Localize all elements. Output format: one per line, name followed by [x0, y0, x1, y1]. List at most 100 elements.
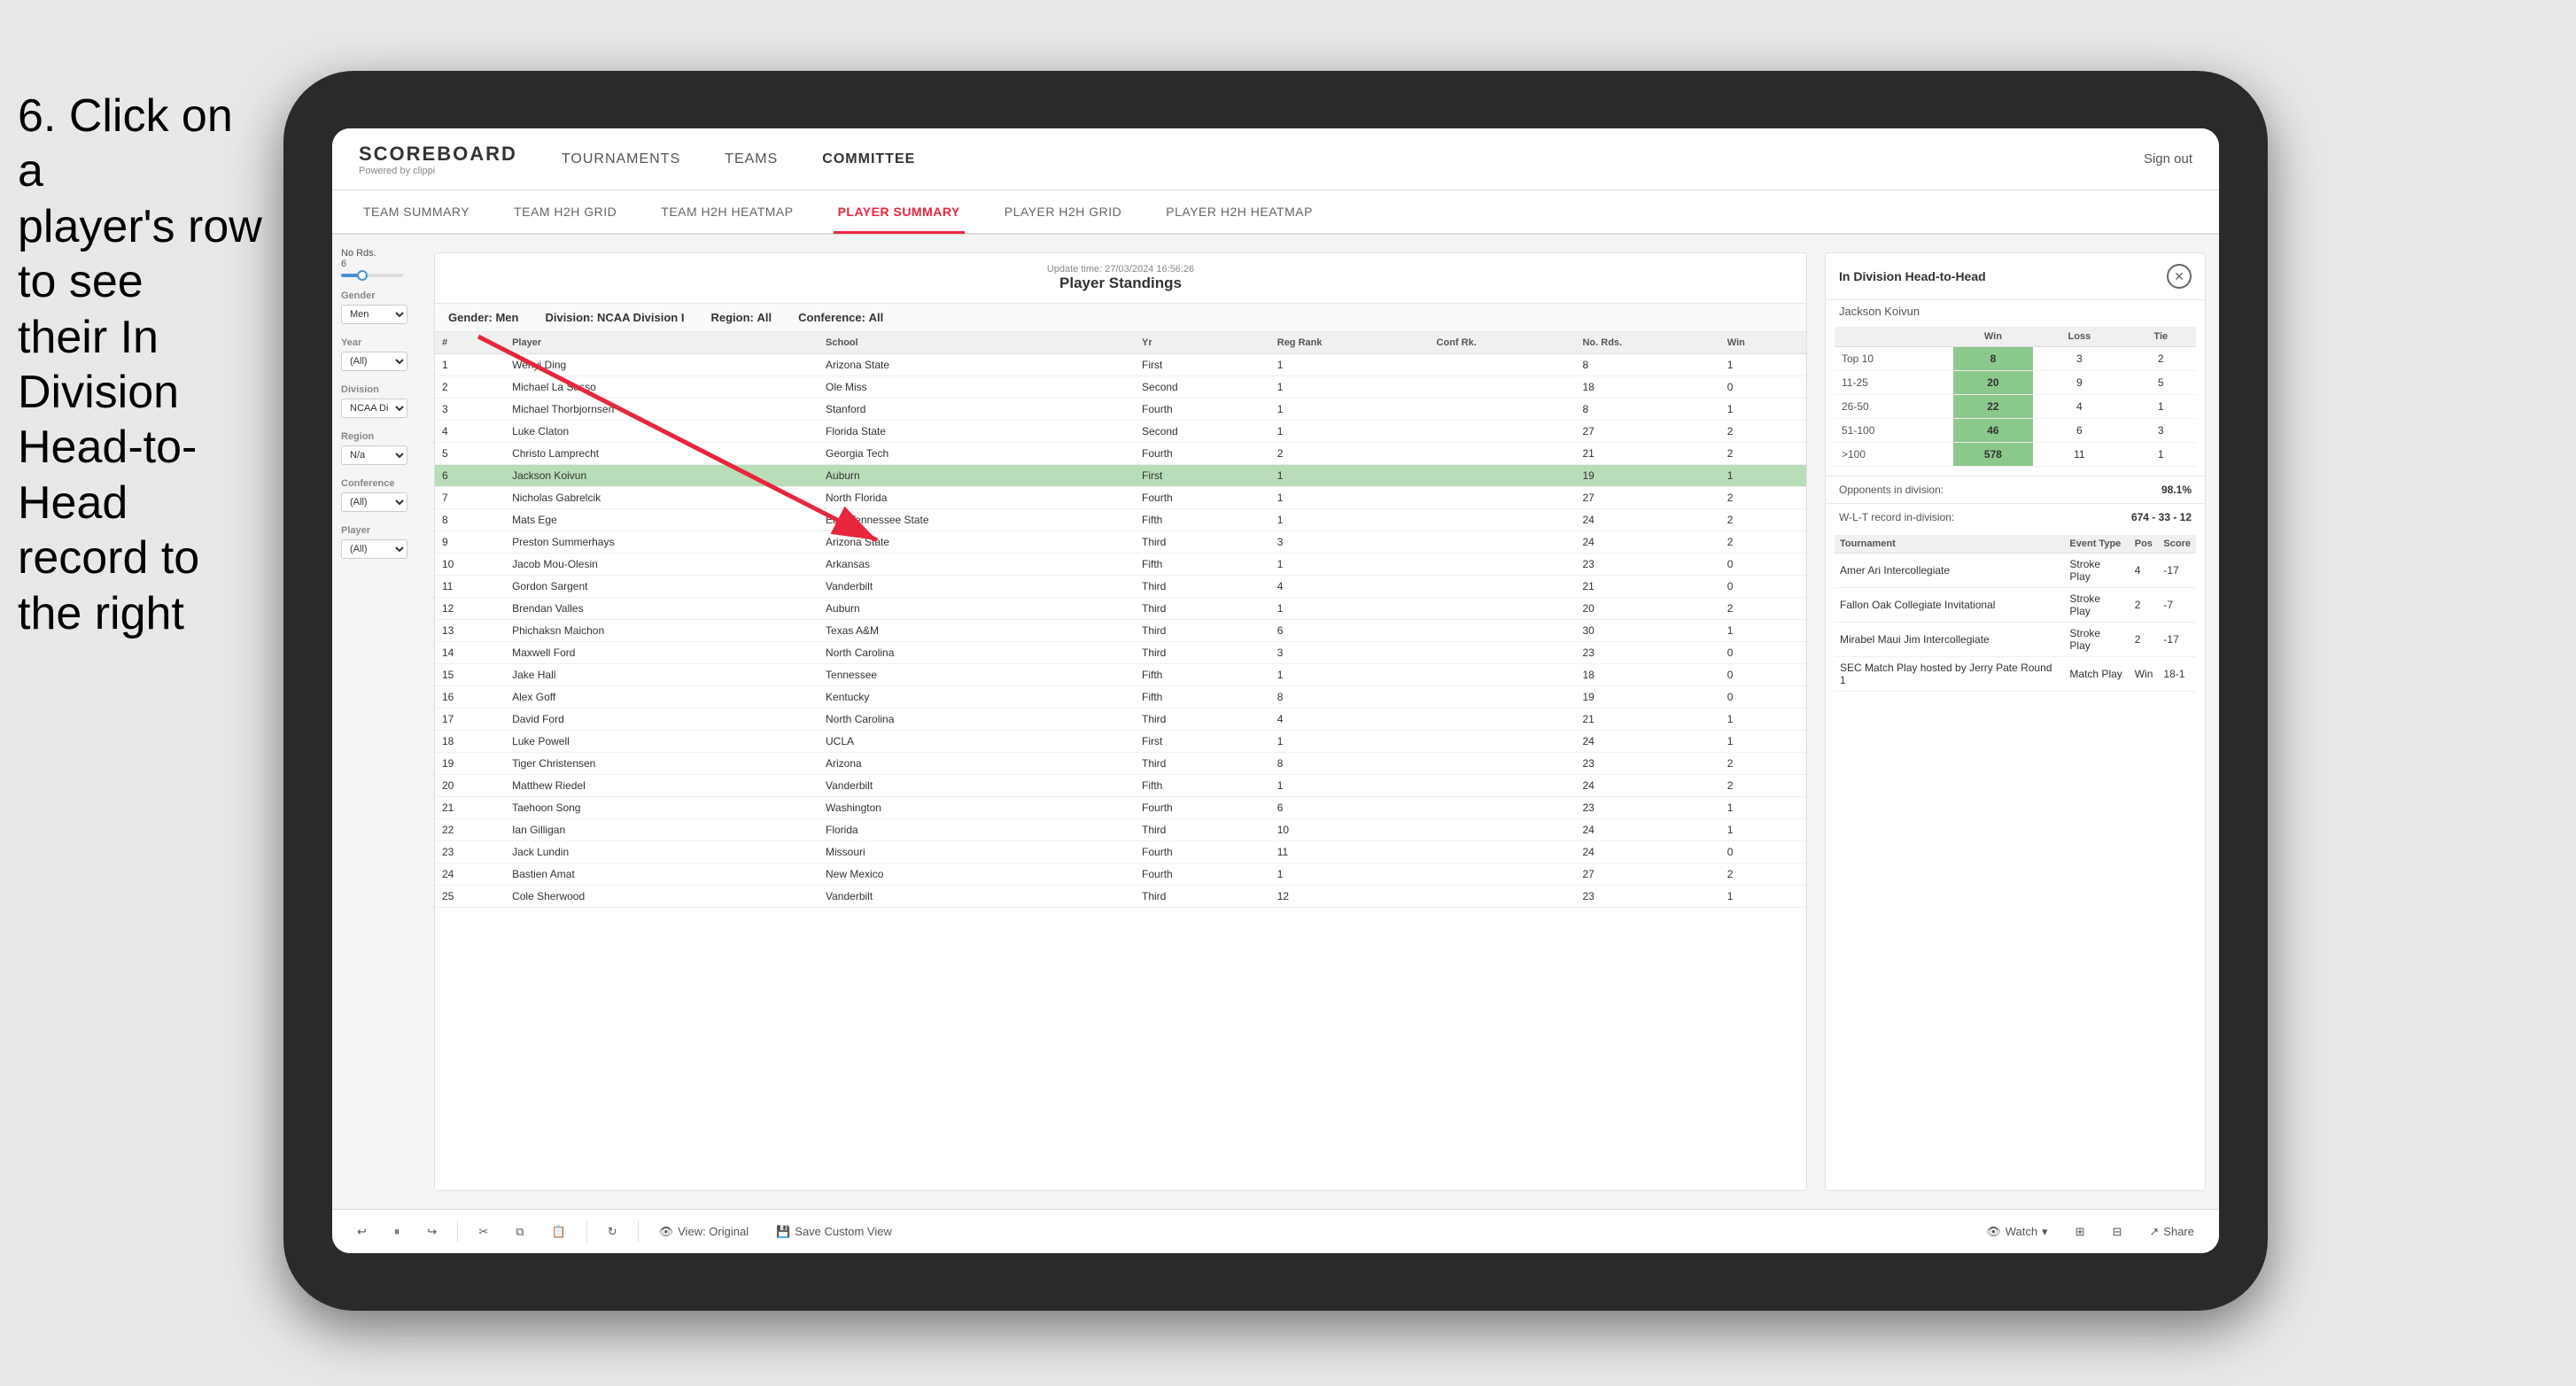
cell-conf-rank	[1430, 886, 1576, 908]
cell-reg-rank: 8	[1270, 753, 1430, 775]
cell-conf-rank	[1430, 554, 1576, 576]
tab-team-summary[interactable]: TEAM SUMMARY	[359, 191, 474, 234]
table-row[interactable]: 25 Cole Sherwood Vanderbilt Third 12 23 …	[435, 886, 1806, 908]
copy-button[interactable]: ⧉	[508, 1221, 531, 1243]
redo-button[interactable]: ↪	[420, 1221, 444, 1243]
tournament-table-header: Tournament Event Type Pos Score	[1835, 535, 2196, 554]
no-rds-slider[interactable]	[341, 274, 412, 277]
table-row[interactable]: 1 Wenyi Ding Arizona State First 1 8 1	[435, 354, 1806, 376]
h2h-title: In Division Head-to-Head	[1839, 269, 1986, 283]
sub-nav: TEAM SUMMARY TEAM H2H GRID TEAM H2H HEAT…	[332, 190, 2219, 235]
col-no-rds: No. Rds.	[1575, 332, 1719, 354]
sign-out-button[interactable]: Sign out	[2144, 151, 2192, 166]
share-button[interactable]: ↗ Share	[2142, 1221, 2201, 1243]
table-row[interactable]: 13 Phichaksn Maichon Texas A&M Third 6 3…	[435, 620, 1806, 642]
h2h-table-row: Top 10 8 3 2	[1835, 347, 2196, 371]
save-icon: 💾	[776, 1225, 790, 1239]
year-filter-select[interactable]: (All)	[341, 352, 407, 371]
tab-team-h2h-grid[interactable]: TEAM H2H GRID	[509, 191, 621, 234]
table-row[interactable]: 22 Ian Gilligan Florida Third 10 24 1	[435, 819, 1806, 841]
tab-team-h2h-heatmap[interactable]: TEAM H2H HEATMAP	[656, 191, 797, 234]
cell-player-name: Bastien Amat	[505, 863, 819, 886]
cell-win: 2	[1720, 753, 1806, 775]
gender-filter-select[interactable]: Men	[341, 305, 407, 324]
tour-col-type: Event Type	[2064, 535, 2129, 554]
table-row[interactable]: 21 Taehoon Song Washington Fourth 6 23 1	[435, 797, 1806, 819]
cell-reg-rank: 8	[1270, 686, 1430, 708]
layout-button[interactable]: ⊞	[2068, 1221, 2092, 1243]
table-row[interactable]: 20 Matthew Riedel Vanderbilt Fifth 1 24 …	[435, 775, 1806, 797]
h2h-close-button[interactable]: ✕	[2167, 264, 2192, 289]
view-original-button[interactable]: 👁 View: Original	[652, 1221, 756, 1243]
cell-rank: 13	[435, 620, 505, 642]
cell-rank: 11	[435, 576, 505, 598]
table-row[interactable]: 16 Alex Goff Kentucky Fifth 8 19 0	[435, 686, 1806, 708]
table-row[interactable]: 10 Jacob Mou-Olesin Arkansas Fifth 1 23 …	[435, 554, 1806, 576]
table-row[interactable]: 6 Jackson Koivun Auburn First 1 19 1	[435, 465, 1806, 487]
cell-conf-rank	[1430, 686, 1576, 708]
table-row[interactable]: 23 Jack Lundin Missouri Fourth 11 24 0	[435, 841, 1806, 863]
cell-no-rds: 19	[1575, 686, 1719, 708]
cell-no-rds: 23	[1575, 753, 1719, 775]
table-row[interactable]: 19 Tiger Christensen Arizona Third 8 23 …	[435, 753, 1806, 775]
tab-player-h2h-heatmap[interactable]: PLAYER H2H HEATMAP	[1161, 191, 1317, 234]
cut-button[interactable]: ✂	[471, 1221, 495, 1243]
refresh-button[interactable]: ↻	[601, 1221, 625, 1243]
h2h-opponents-label: Opponents in division:	[1839, 484, 1944, 496]
tab-player-h2h-grid[interactable]: PLAYER H2H GRID	[1000, 191, 1127, 234]
col-player: Player	[505, 332, 819, 354]
tour-col-pos: Pos	[2130, 535, 2159, 554]
bottom-toolbar: ↩ ⏸ ↪ ✂ ⧉ 📋 ↻ 👁 View: Original 💾 Save Cu…	[332, 1209, 2219, 1253]
h2h-cell-tie: 3	[2126, 419, 2196, 443]
cell-win: 2	[1720, 421, 1806, 443]
cell-player-name: Mats Ege	[505, 509, 819, 531]
nav-committee[interactable]: COMMITTEE	[822, 151, 915, 167]
cell-conf-rank	[1430, 399, 1576, 421]
cell-year: Fifth	[1135, 664, 1270, 686]
conference-filter-select[interactable]: (All)	[341, 492, 407, 512]
h2h-cell-tie: 2	[2126, 347, 2196, 371]
tour-cell-type: Stroke Play	[2064, 588, 2129, 623]
undo-button[interactable]: ↩	[350, 1221, 374, 1243]
filter-row: Gender: Men Division: NCAA Division I Re…	[435, 304, 1806, 332]
table-row[interactable]: 4 Luke Claton Florida State Second 1 27 …	[435, 421, 1806, 443]
table-row[interactable]: 11 Gordon Sargent Vanderbilt Third 4 21 …	[435, 576, 1806, 598]
h2h-col-label	[1835, 327, 1953, 347]
save-custom-button[interactable]: 💾 Save Custom View	[769, 1221, 899, 1243]
tab-player-summary[interactable]: PLAYER SUMMARY	[834, 191, 965, 234]
table-row[interactable]: 7 Nicholas Gabrelcik North Florida Fourt…	[435, 487, 1806, 509]
table-row[interactable]: 15 Jake Hall Tennessee Fifth 1 18 0	[435, 664, 1806, 686]
h2h-wlt-value: 674 - 33 - 12	[2131, 511, 2192, 523]
cell-conf-rank	[1430, 531, 1576, 554]
table-row[interactable]: 17 David Ford North Carolina Third 4 21 …	[435, 708, 1806, 731]
cell-rank: 21	[435, 797, 505, 819]
table-row[interactable]: 24 Bastien Amat New Mexico Fourth 1 27 2	[435, 863, 1806, 886]
cell-no-rds: 8	[1575, 354, 1719, 376]
table-row[interactable]: 12 Brendan Valles Auburn Third 1 20 2	[435, 598, 1806, 620]
table-row[interactable]: 18 Luke Powell UCLA First 1 24 1	[435, 731, 1806, 753]
table-row[interactable]: 2 Michael La Sasso Ole Miss Second 1 18 …	[435, 376, 1806, 399]
toolbar-sep-1	[457, 1220, 458, 1243]
cell-reg-rank: 1	[1270, 509, 1430, 531]
player-filter-select[interactable]: (All)	[341, 539, 407, 559]
cell-school: North Carolina	[819, 642, 1135, 664]
tournament-row: Amer Ari Intercollegiate Stroke Play 4 -…	[1835, 554, 2196, 588]
table-row[interactable]: 9 Preston Summerhays Arizona State Third…	[435, 531, 1806, 554]
table-row[interactable]: 5 Christo Lamprecht Georgia Tech Fourth …	[435, 443, 1806, 465]
grid-button[interactable]: ⊟	[2105, 1221, 2129, 1243]
table-row[interactable]: 3 Michael Thorbjornsen Stanford Fourth 1…	[435, 399, 1806, 421]
player-table-container: # Player School Yr Reg Rank Conf Rk. No.…	[435, 332, 1806, 1190]
cell-reg-rank: 6	[1270, 620, 1430, 642]
paste-button[interactable]: 📋	[545, 1221, 573, 1243]
pause-button[interactable]: ⏸	[387, 1221, 407, 1243]
cell-no-rds: 27	[1575, 421, 1719, 443]
nav-tournaments[interactable]: TOURNAMENTS	[562, 151, 680, 167]
cell-year: Third	[1135, 598, 1270, 620]
nav-teams[interactable]: TEAMS	[725, 151, 778, 167]
division-filter-select[interactable]: NCAA Division I	[341, 399, 407, 418]
table-row[interactable]: 8 Mats Ege East Tennessee State Fifth 1 …	[435, 509, 1806, 531]
table-row[interactable]: 14 Maxwell Ford North Carolina Third 3 2…	[435, 642, 1806, 664]
region-filter-select[interactable]: N/a	[341, 445, 407, 465]
watch-button[interactable]: 👁 Watch ▾	[1979, 1221, 2054, 1243]
h2h-cell-win: 8	[1953, 347, 2033, 371]
